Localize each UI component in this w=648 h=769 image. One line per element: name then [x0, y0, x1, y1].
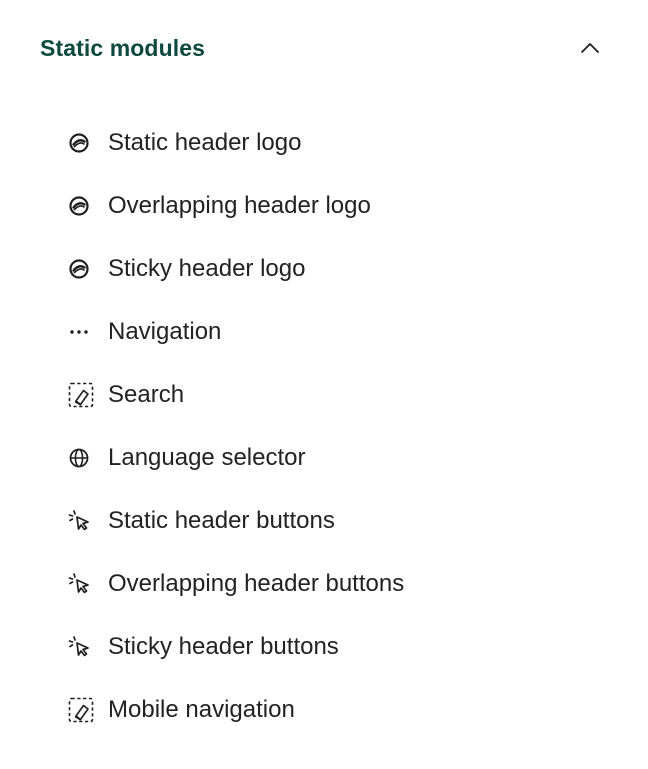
module-label: Sticky header logo [108, 254, 306, 282]
module-list: Static header logo Overlapping header lo… [64, 111, 584, 741]
module-item-search[interactable]: Search [64, 363, 584, 426]
module-item-sticky-header-buttons[interactable]: Sticky header buttons [64, 615, 584, 678]
module-item-language-selector[interactable]: Language selector [64, 426, 584, 489]
cursor-click-icon [64, 507, 96, 535]
module-label: Search [108, 380, 185, 408]
module-item-static-header-buttons[interactable]: Static header buttons [64, 489, 584, 552]
module-item-mobile-navigation[interactable]: Mobile navigation [64, 678, 584, 741]
module-label: Language selector [108, 443, 306, 471]
module-item-navigation[interactable]: Navigation [64, 300, 584, 363]
module-label: Overlapping header logo [108, 191, 371, 219]
module-label: Static header buttons [108, 506, 335, 534]
cursor-click-icon [64, 633, 96, 661]
section-title: Static modules [40, 34, 205, 61]
logo-icon [64, 129, 96, 157]
module-label: Static header logo [108, 128, 302, 156]
static-modules-section-header[interactable]: Static modules [40, 24, 608, 72]
module-item-overlapping-header-buttons[interactable]: Overlapping header buttons [64, 552, 584, 615]
module-label: Navigation [108, 317, 222, 345]
custom-module-icon [64, 696, 96, 724]
module-item-overlapping-header-logo[interactable]: Overlapping header logo [64, 174, 584, 237]
module-item-static-header-logo[interactable]: Static header logo [64, 111, 584, 174]
module-item-sticky-header-logo[interactable]: Sticky header logo [64, 237, 584, 300]
cursor-click-icon [64, 570, 96, 598]
logo-icon [64, 255, 96, 283]
custom-module-icon [64, 381, 96, 409]
globe-icon [64, 444, 96, 472]
ellipsis-icon [64, 318, 96, 346]
module-label: Overlapping header buttons [108, 569, 405, 597]
module-label: Sticky header buttons [108, 632, 339, 660]
logo-icon [64, 192, 96, 220]
module-label: Mobile navigation [108, 695, 295, 723]
chevron-up-icon[interactable] [578, 36, 602, 60]
